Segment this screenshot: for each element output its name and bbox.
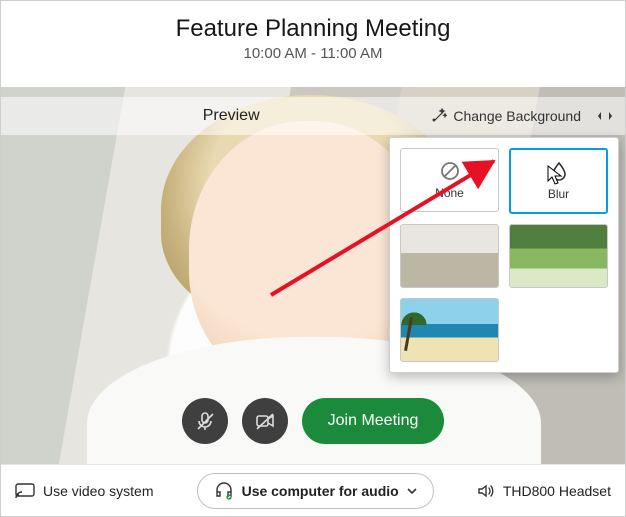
audio-footer: Use video system Use computer for audio … — [1, 464, 625, 516]
bg-option-none[interactable]: None — [400, 148, 499, 212]
wand-icon — [431, 108, 447, 124]
background-grid: None Blur — [400, 148, 608, 362]
cast-icon — [15, 483, 35, 499]
mirror-toggle-button[interactable] — [591, 102, 619, 130]
change-background-label: Change Background — [453, 108, 581, 124]
header: Feature Planning Meeting 10:00 AM - 11:0… — [1, 15, 625, 62]
bg-option-beach[interactable] — [400, 298, 499, 362]
mute-mic-button[interactable] — [182, 398, 228, 444]
join-meeting-button[interactable]: Join Meeting — [302, 398, 445, 444]
headset-device-button[interactable]: THD800 Headset — [477, 483, 611, 499]
meeting-title: Feature Planning Meeting — [1, 15, 625, 43]
palm-icon — [400, 305, 429, 325]
audio-source-dropdown[interactable]: Use computer for audio — [197, 473, 434, 509]
headset-icon — [214, 482, 234, 500]
bg-option-livingroom[interactable] — [400, 224, 499, 288]
bg-option-forest[interactable] — [509, 224, 608, 288]
meeting-join-window: Feature Planning Meeting 10:00 AM - 11:0… — [0, 0, 626, 517]
bg-option-blur[interactable]: Blur — [509, 148, 608, 214]
background-options-popover: None Blur — [389, 137, 619, 373]
speaker-icon — [477, 483, 495, 499]
mirror-icon — [596, 108, 614, 124]
none-icon — [439, 160, 461, 182]
preview-ribbon: Preview Change Background — [1, 97, 625, 135]
join-meeting-label: Join Meeting — [328, 412, 419, 430]
meeting-controls: Join Meeting — [1, 398, 625, 444]
bg-option-blur-label: Blur — [548, 187, 569, 201]
mic-off-icon — [194, 410, 216, 432]
bg-option-none-label: None — [435, 186, 464, 200]
meeting-time-range: 10:00 AM - 11:00 AM — [1, 45, 625, 62]
change-background-button[interactable]: Change Background — [421, 97, 591, 135]
use-video-system-button[interactable]: Use video system — [15, 483, 153, 499]
audio-source-label: Use computer for audio — [242, 483, 399, 499]
headset-device-label: THD800 Headset — [503, 483, 611, 499]
blur-drop-icon — [549, 161, 569, 183]
preview-label: Preview — [41, 107, 421, 125]
chevron-down-icon — [407, 486, 417, 496]
video-off-icon — [254, 410, 276, 432]
use-video-system-label: Use video system — [43, 483, 153, 499]
stop-video-button[interactable] — [242, 398, 288, 444]
